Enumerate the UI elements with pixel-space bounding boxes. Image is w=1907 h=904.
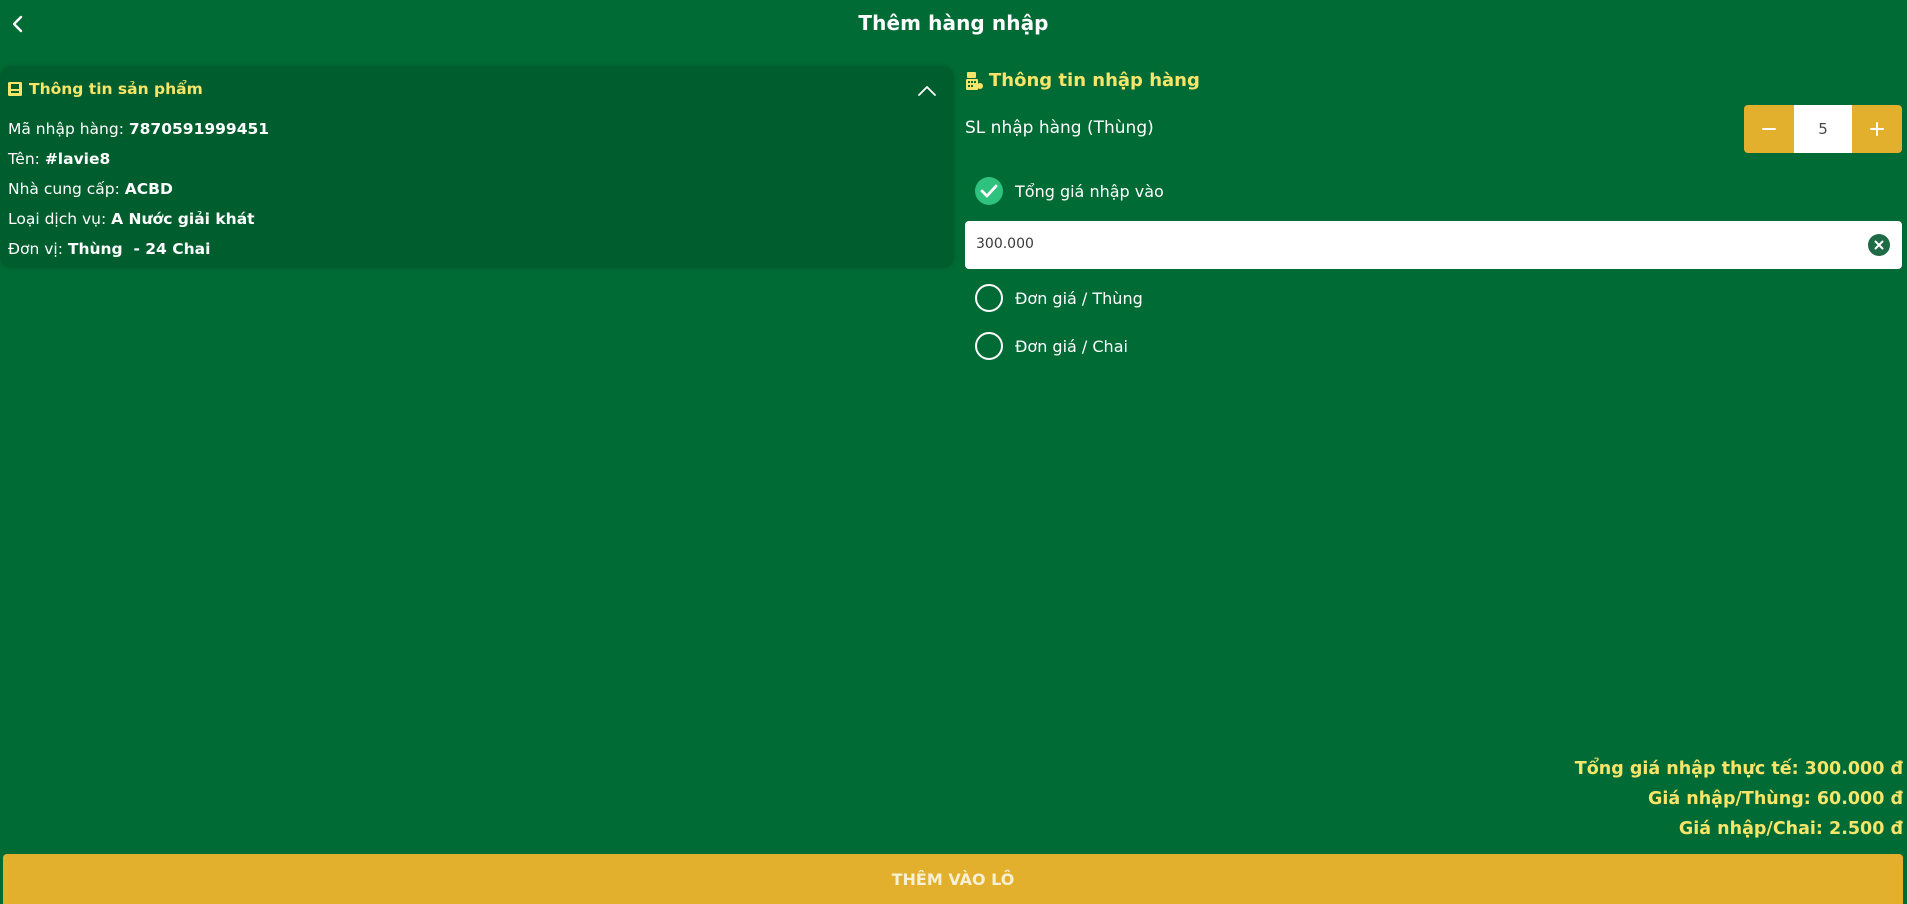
- total-actual-price: Tổng giá nhập thực tế: 300.000 đ: [1574, 759, 1903, 779]
- service-type-label: Loại dịch vụ:: [8, 210, 112, 228]
- option-unit-price-case[interactable]: Đơn giá / Thùng: [975, 284, 1143, 312]
- unit-row: Đơn vị: Thùng - 24 Chai: [8, 234, 269, 264]
- option-total-price[interactable]: Tổng giá nhập vào: [975, 177, 1164, 205]
- product-info-title: Thông tin sản phẩm: [29, 80, 203, 98]
- minus-icon: [1762, 128, 1776, 130]
- increment-button[interactable]: [1852, 105, 1902, 153]
- unit-value: Thùng - 24 Chai: [67, 240, 211, 258]
- import-code-value: 7870591999451: [128, 120, 270, 138]
- product-info-header: Thông tin sản phẩm: [7, 80, 203, 98]
- option-unit-price-bottle[interactable]: Đơn giá / Chai: [975, 332, 1128, 360]
- clear-button[interactable]: [1868, 234, 1890, 256]
- plus-icon: [1870, 122, 1884, 136]
- product-info-card: Thông tin sản phẩm Mã nhập hàng: 7870591…: [0, 66, 954, 268]
- supplier-row: Nhà cung cấp: ACBD: [8, 174, 269, 204]
- price-input-value[interactable]: 300.000: [976, 236, 1034, 252]
- radio-unchecked[interactable]: [975, 284, 1003, 312]
- option-unit-price-bottle-label: Đơn giá / Chai: [1015, 336, 1128, 356]
- quantity-input[interactable]: 5: [1794, 105, 1852, 153]
- service-type-row: Loại dịch vụ: A Nước giải khát: [8, 204, 269, 234]
- import-code-row: Mã nhập hàng: 7870591999451: [8, 114, 269, 144]
- decrement-button[interactable]: [1744, 105, 1794, 153]
- totals-summary: Tổng giá nhập thực tế: 300.000 đ Giá nhậ…: [1575, 754, 1903, 844]
- check-icon: [980, 184, 998, 198]
- page: Thêm hàng nhập Thông tin sản phẩm Mã nhậ…: [0, 0, 1907, 904]
- chevron-up-icon: [918, 86, 936, 96]
- page-title: Thêm hàng nhập: [858, 11, 1049, 35]
- import-info-header: Thông tin nhập hàng: [965, 70, 1200, 91]
- price-per-case: Giá nhập/Thùng: 60.000 đ: [1648, 789, 1903, 809]
- add-to-batch-button[interactable]: THÊM VÀO LÔ: [3, 854, 1903, 904]
- supplier-label: Nhà cung cấp:: [8, 180, 125, 198]
- radio-unchecked[interactable]: [975, 332, 1003, 360]
- service-type-value: A Nước giải khát: [111, 210, 255, 228]
- product-name-label: Tên:: [8, 150, 45, 168]
- quantity-stepper: 5: [1744, 105, 1902, 153]
- option-unit-price-case-label: Đơn giá / Thùng: [1015, 288, 1143, 308]
- close-circle-icon: [1874, 240, 1884, 250]
- unit-label: Đơn vị:: [8, 240, 68, 258]
- radio-checked[interactable]: [975, 177, 1003, 205]
- cash-register-icon: [966, 71, 983, 90]
- collapse-button[interactable]: [914, 78, 940, 104]
- header: Thêm hàng nhập: [0, 0, 1907, 50]
- price-per-bottle: Giá nhập/Chai: 2.500 đ: [1678, 819, 1903, 839]
- book-icon: [8, 82, 22, 96]
- product-name-value: #lavie8: [44, 150, 111, 168]
- product-info-rows: Mã nhập hàng: 7870591999451 Tên: #lavie8…: [8, 114, 269, 264]
- supplier-value: ACBD: [124, 180, 173, 198]
- quantity-label: SL nhập hàng (Thùng): [965, 118, 1154, 138]
- price-input[interactable]: 300.000: [965, 221, 1902, 269]
- product-name-row: Tên: #lavie8: [8, 144, 269, 174]
- import-code-label: Mã nhập hàng:: [8, 120, 129, 138]
- option-total-price-label: Tổng giá nhập vào: [1015, 181, 1164, 201]
- import-info-title: Thông tin nhập hàng: [989, 70, 1200, 91]
